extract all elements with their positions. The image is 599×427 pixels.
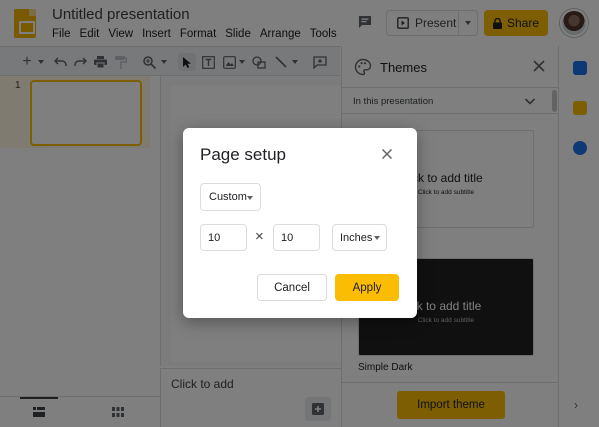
- cancel-button[interactable]: Cancel: [257, 274, 327, 301]
- unit-value: Inches: [340, 231, 373, 244]
- page-size-select[interactable]: Custom: [200, 183, 261, 211]
- width-input[interactable]: [200, 224, 247, 251]
- chevron-down-icon: [247, 196, 253, 200]
- height-input[interactable]: [273, 224, 320, 251]
- close-icon[interactable]: [381, 148, 393, 160]
- times-symbol: ×: [255, 228, 264, 245]
- unit-select[interactable]: Inches: [332, 224, 387, 251]
- page-setup-dialog: Page setup Custom × Inches Cancel Apply: [183, 128, 417, 318]
- apply-button[interactable]: Apply: [335, 274, 399, 301]
- chevron-down-icon: [374, 236, 380, 240]
- dialog-title: Page setup: [200, 145, 287, 164]
- page-size-value: Custom: [209, 191, 247, 203]
